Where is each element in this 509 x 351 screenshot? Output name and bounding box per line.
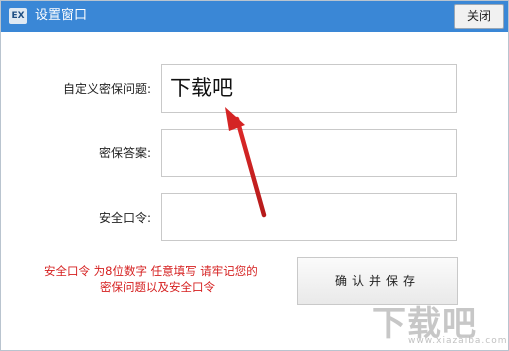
hint-line-1: 安全口令 为8位数字 任意填写 请牢记您的: [44, 264, 258, 278]
title-bar[interactable]: EX 设置窗口 关闭: [1, 1, 508, 32]
settings-window: EX 设置窗口 关闭 自定义密保问题: 下载吧 密保答案: 安全口令: 安全口令…: [0, 0, 509, 351]
password-label: 安全口令:: [98, 211, 151, 225]
question-field[interactable]: 下载吧: [161, 64, 457, 113]
answer-field[interactable]: [161, 129, 457, 177]
answer-label: 密保答案:: [98, 146, 151, 160]
watermark-url: www.xiazaiba.com: [408, 336, 508, 346]
window-title: 设置窗口: [35, 8, 88, 23]
question-value: 下载吧: [170, 76, 233, 100]
password-field[interactable]: [161, 193, 457, 241]
hint-line-2: 密保问题以及安全口令: [100, 280, 215, 294]
hint-text: 安全口令 为8位数字 任意填写 请牢记您的 密保问题以及安全口令: [44, 263, 289, 295]
app-icon: EX: [9, 8, 27, 24]
watermark: 下载吧 www.xiazaiba.com: [362, 294, 507, 346]
question-label: 自定义密保问题:: [62, 82, 151, 96]
close-button[interactable]: 关闭: [454, 4, 504, 29]
